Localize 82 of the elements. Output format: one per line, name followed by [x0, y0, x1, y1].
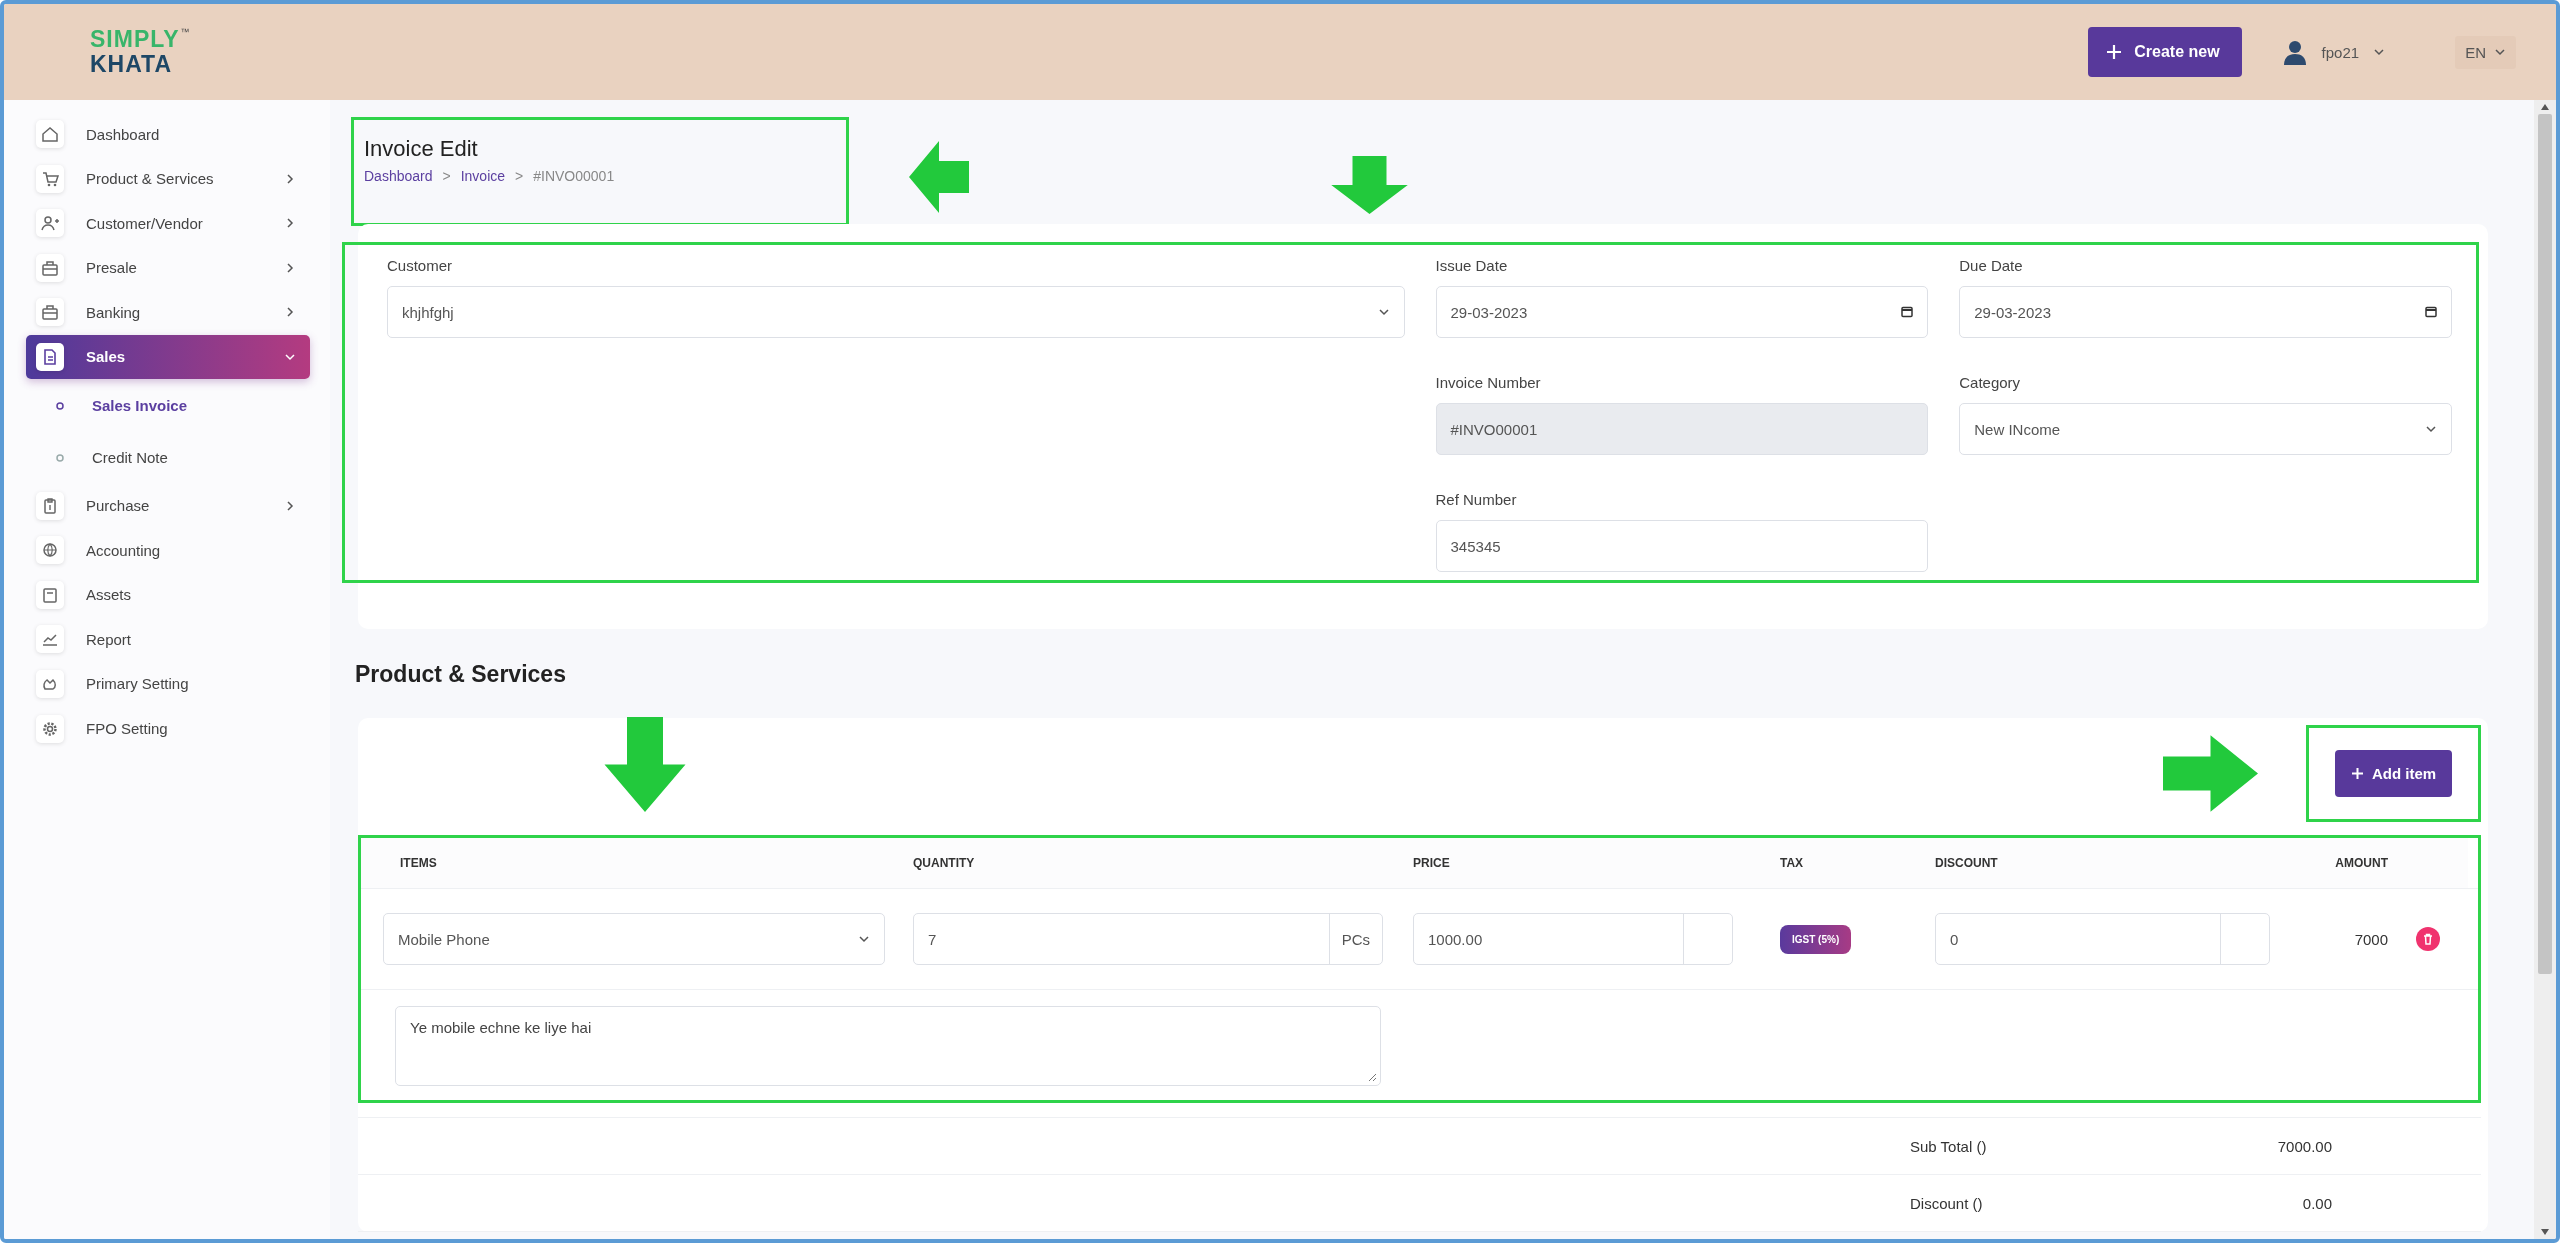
chevron-down-icon	[2373, 46, 2386, 58]
resize-grip-icon	[1367, 1072, 1377, 1082]
field-label: Invoice Number	[1435, 374, 1542, 391]
delete-icon[interactable]	[2415, 926, 2441, 952]
breadcrumb-current: #INVO00001	[533, 168, 615, 184]
input-field[interactable]: 345345	[1435, 520, 1929, 572]
sidebar-item[interactable]: Presale	[26, 245, 310, 290]
select-field[interactable]: khjhfghj	[387, 286, 1405, 338]
sidebar-item[interactable]: Dashboard	[26, 112, 310, 156]
user-menu[interactable]: fpo21	[2281, 39, 2386, 65]
calendar-icon	[2425, 306, 2437, 318]
field-label: Category	[1959, 374, 2022, 391]
quantity-field[interactable]: 7 PCs	[913, 913, 1383, 965]
dot-icon	[54, 399, 66, 412]
document-icon	[36, 342, 64, 371]
field-label: Issue Date	[1435, 257, 1509, 274]
gear-icon	[36, 714, 64, 743]
language-selector[interactable]: EN	[2455, 35, 2516, 69]
breadcrumb-separator: >	[442, 168, 451, 184]
chevron-right-icon	[284, 217, 296, 230]
sidebar-item[interactable]: Customer/Vendor	[26, 201, 310, 246]
sidebar-item[interactable]: Report	[26, 617, 310, 662]
section-heading: Product & Services	[355, 661, 567, 688]
chevron-right-icon	[284, 306, 296, 319]
chevron-right-icon	[284, 499, 296, 512]
scroll-thumb[interactable]	[2538, 114, 2552, 974]
date-field[interactable]: 29-03-2023	[1959, 286, 2452, 338]
chevron-down-icon	[858, 933, 870, 945]
select-field[interactable]: New INcome	[1959, 403, 2452, 455]
logo[interactable]: SIMPLY$^{™}$ KHATA	[86, 24, 195, 80]
submenu-item[interactable]: Sales Invoice	[26, 379, 314, 432]
sidebar-item[interactable]: Sales	[26, 334, 310, 379]
plus-icon	[2106, 44, 2123, 60]
sidebar-item[interactable]: FPO Setting	[26, 706, 310, 751]
briefcase-icon	[36, 298, 64, 327]
sidebar-item[interactable]: Product & Services	[26, 156, 310, 201]
chevron-right-icon	[284, 261, 296, 274]
sidebar-item[interactable]: Assets	[26, 572, 310, 617]
calendar-icon	[1901, 306, 1914, 318]
total-label: Discount ()	[1910, 1194, 1983, 1212]
breadcrumb-link[interactable]: Invoice	[460, 168, 506, 184]
home-icon	[36, 120, 64, 148]
plus-icon	[2350, 767, 2364, 780]
total-value: 7000.00	[2277, 1137, 2332, 1155]
date-field[interactable]: 29-03-2023	[1435, 286, 1929, 338]
amount-text: 7000	[2353, 930, 2388, 948]
field-label: Customer	[387, 257, 454, 274]
create-new-button[interactable]: Create new	[2088, 27, 2242, 77]
clipboard-icon	[36, 491, 64, 520]
sidebar-item[interactable]: Banking	[26, 290, 310, 335]
sidebar-item[interactable]: Accounting	[26, 528, 310, 573]
breadcrumb-link[interactable]: Dashboard	[364, 168, 433, 184]
dot-icon	[54, 451, 66, 464]
chevron-right-icon	[284, 172, 296, 185]
user-avatar-icon	[2281, 39, 2308, 65]
tax-badge: IGST (5%)	[1780, 924, 1852, 954]
box-icon	[36, 580, 64, 609]
add-item-button[interactable]: Add item	[2334, 750, 2453, 797]
chevron-down-icon	[2494, 46, 2506, 58]
field-label: Due Date	[1959, 257, 2024, 274]
scrollbar[interactable]	[2534, 100, 2556, 1239]
chevron-down-icon	[1377, 306, 1390, 318]
user-icon	[36, 209, 64, 238]
page-title: Invoice Edit	[364, 136, 479, 162]
total-value: 0.00	[2302, 1194, 2332, 1212]
briefcase-icon	[36, 253, 64, 282]
total-label: Sub Total ()	[1910, 1137, 1987, 1155]
cart-icon	[36, 164, 64, 193]
breadcrumb-separator: >	[515, 168, 524, 184]
chevron-down-icon	[2425, 423, 2437, 435]
sidebar-item[interactable]: Purchase	[26, 483, 310, 528]
scroll-up-icon[interactable]	[2541, 104, 2549, 110]
description-field[interactable]: Ye mobile echne ke liye hai	[395, 1006, 1381, 1086]
submenu-item[interactable]: Credit Note	[26, 431, 314, 484]
globe-icon	[36, 536, 64, 565]
scroll-down-icon[interactable]	[2541, 1229, 2549, 1235]
item-select[interactable]: Mobile Phone	[383, 913, 885, 965]
chart-icon	[36, 625, 64, 654]
sidebar-item[interactable]: Primary Setting	[26, 661, 310, 706]
discount-field[interactable]: 0	[1935, 913, 2270, 965]
field-label: Ref Number	[1435, 491, 1518, 508]
price-field[interactable]: 1000.00	[1413, 913, 1733, 965]
